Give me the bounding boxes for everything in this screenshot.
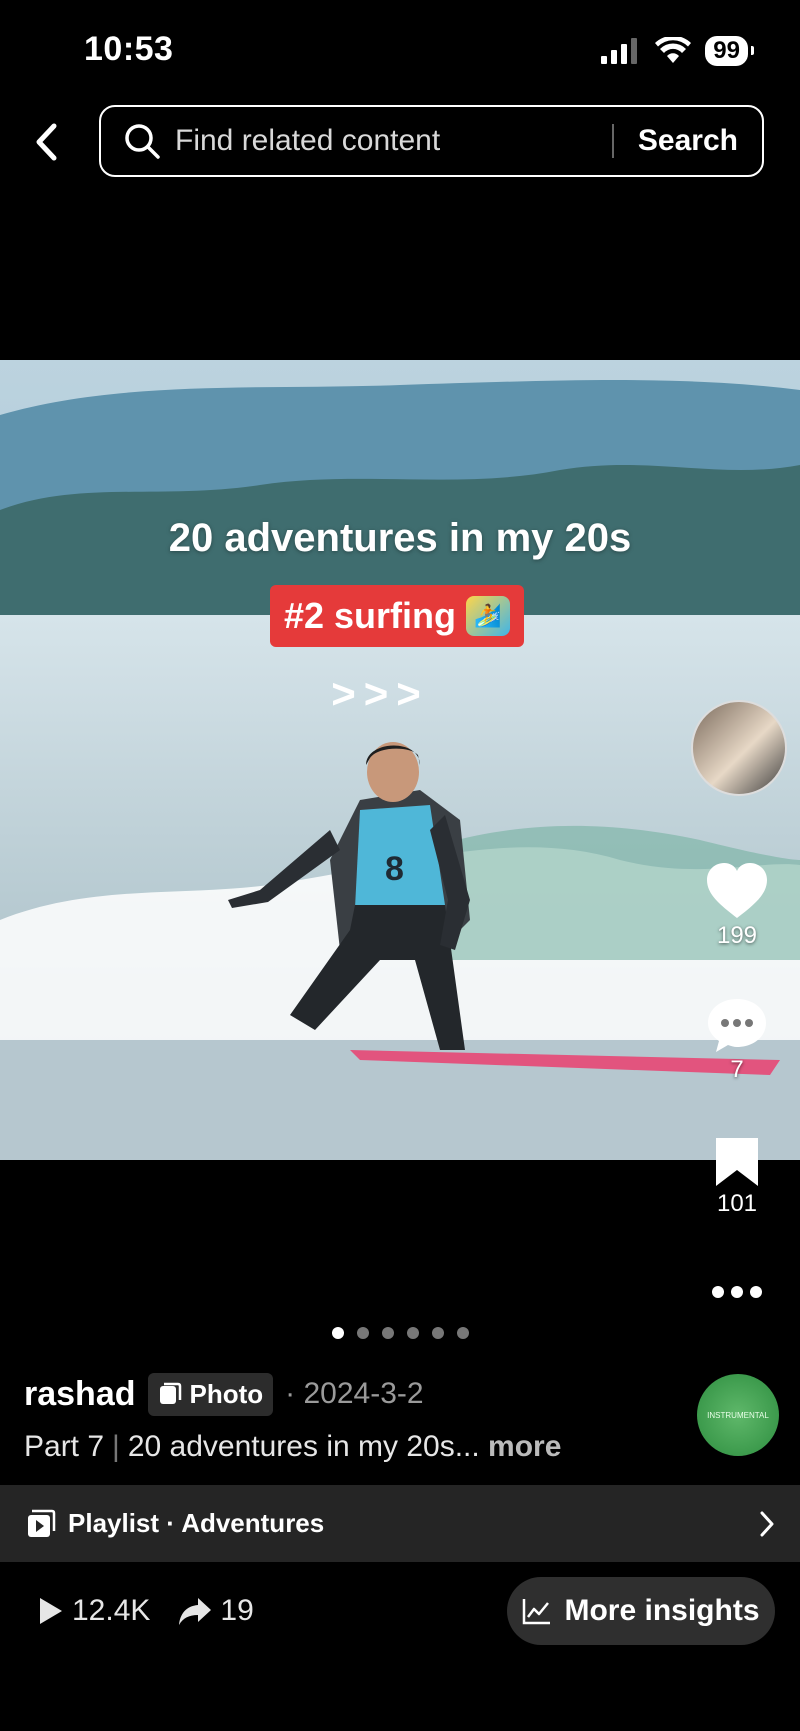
- caption-more-link[interactable]: more: [488, 1430, 561, 1463]
- pager-dot[interactable]: [457, 1327, 469, 1339]
- comment-button[interactable]: 7: [700, 996, 774, 1084]
- photo-badge-label: Photo: [189, 1378, 264, 1409]
- caption-part: Part 7: [24, 1430, 105, 1463]
- pager-dot-active[interactable]: [332, 1327, 344, 1339]
- battery-indicator: 99: [705, 36, 754, 66]
- music-disc[interactable]: INSTRUMENTAL: [697, 1374, 779, 1456]
- surfer-emoji-icon: 🏄: [466, 596, 511, 636]
- overlay-tag-text: #2 surfing: [283, 595, 457, 636]
- status-icons: 99: [601, 36, 754, 66]
- pager-dot[interactable]: [407, 1327, 419, 1339]
- comment-count: 7: [730, 1056, 744, 1083]
- comment-bubble-icon: [708, 999, 766, 1052]
- svg-text:8: 8: [385, 850, 404, 888]
- photo-badge: Photo: [147, 1372, 274, 1416]
- more-dot-icon: [731, 1286, 743, 1298]
- more-insights-button[interactable]: More insights: [507, 1577, 775, 1645]
- more-insights-label: More insights: [564, 1594, 760, 1627]
- like-count: 199: [716, 922, 758, 949]
- shares-count: 19: [220, 1594, 254, 1627]
- post-date: · 2024-3-2: [285, 1377, 424, 1410]
- overlay-tag: #2 surfing 🏄: [270, 585, 524, 647]
- play-icon: [40, 1598, 62, 1624]
- save-count: 101: [716, 1190, 758, 1217]
- music-disc-label: INSTRUMENTAL: [707, 1410, 769, 1420]
- carousel-pager: [332, 1327, 469, 1339]
- overlay-arrows: >>>: [331, 670, 429, 717]
- bookmark-icon: [716, 1138, 758, 1186]
- pager-dot[interactable]: [382, 1327, 394, 1339]
- author-row: rashad Photo · 2024-3-2: [24, 1370, 424, 1418]
- views-stat: 12.4K: [36, 1594, 150, 1628]
- more-dot-icon: [750, 1286, 762, 1298]
- caption-text: 20 adventures in my 20s...: [127, 1430, 480, 1463]
- playlist-icon: [28, 1509, 56, 1537]
- more-dot-icon: [712, 1286, 724, 1298]
- shares-stat: 19: [178, 1594, 254, 1628]
- caption-separator: |: [112, 1430, 120, 1463]
- stats-row: 12.4K 19: [36, 1586, 282, 1636]
- author-name[interactable]: rashad: [24, 1375, 136, 1414]
- search-divider: [611, 124, 614, 158]
- save-button[interactable]: 101: [700, 1136, 774, 1218]
- photo-stack-icon: [159, 1382, 181, 1404]
- more-options-button[interactable]: [712, 1286, 762, 1298]
- cellular-signal-icon: [601, 38, 638, 64]
- chevron-right-icon: [760, 1511, 774, 1536]
- pager-dot[interactable]: [357, 1327, 369, 1339]
- search-bar[interactable]: Find related content Search: [99, 105, 764, 177]
- views-count: 12.4K: [72, 1594, 151, 1627]
- chevron-left-icon: [36, 123, 57, 161]
- pager-dot[interactable]: [432, 1327, 444, 1339]
- playlist-label: Playlist · Adventures: [68, 1508, 325, 1538]
- search-button[interactable]: Search: [638, 124, 738, 158]
- overlay-title: 20 adventures in my 20s: [168, 516, 632, 560]
- wifi-icon: [655, 37, 692, 63]
- creator-avatar[interactable]: [691, 700, 787, 796]
- like-button[interactable]: 199: [700, 862, 774, 950]
- post-photo[interactable]: 8: [0, 360, 800, 1160]
- heart-icon: [707, 863, 767, 918]
- playlist-bar[interactable]: Playlist · Adventures: [0, 1485, 800, 1562]
- share-arrow-icon: [179, 1598, 212, 1625]
- status-time: 10:53: [84, 30, 174, 68]
- search-icon: [123, 121, 163, 161]
- search-input[interactable]: Find related content: [175, 124, 612, 158]
- line-chart-icon: [523, 1599, 551, 1625]
- caption[interactable]: Part 7 | 20 adventures in my 20s... more: [24, 1430, 561, 1464]
- back-button[interactable]: [28, 118, 64, 166]
